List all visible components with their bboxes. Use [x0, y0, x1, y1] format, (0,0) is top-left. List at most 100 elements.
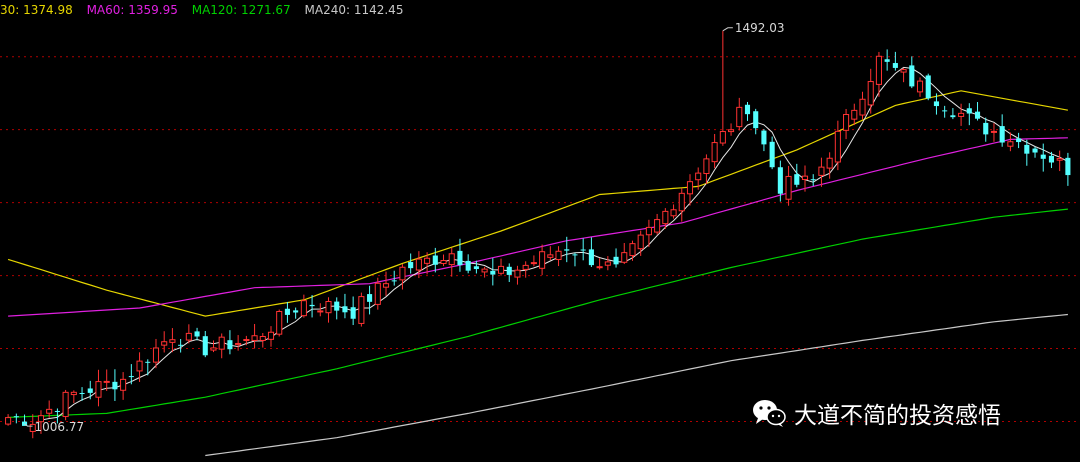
candle-body: [572, 254, 578, 256]
candle: [5, 414, 12, 426]
candle: [70, 390, 77, 404]
candle: [87, 380, 93, 400]
candle: [736, 97, 743, 131]
candle-body: [152, 347, 160, 363]
candle-body: [424, 257, 431, 264]
candle-body: [267, 331, 275, 340]
candle-body: [801, 175, 809, 180]
candle-body: [826, 157, 833, 169]
candle-body: [884, 59, 890, 62]
candle-body: [761, 130, 767, 145]
candle-body: [1032, 148, 1038, 153]
candle-body: [440, 260, 447, 265]
candle-body: [136, 360, 143, 372]
candle-body: [391, 280, 397, 282]
candle: [1065, 152, 1071, 186]
candle-body: [169, 339, 176, 343]
candle: [251, 323, 258, 349]
candle-body: [604, 261, 611, 266]
candle-body: [497, 265, 505, 274]
candle-body: [185, 332, 192, 341]
candle-body: [662, 210, 669, 225]
candle-body: [259, 335, 266, 341]
candle-body: [243, 339, 250, 342]
candle-body: [875, 55, 882, 85]
candle-body: [629, 243, 636, 257]
candle: [728, 123, 735, 136]
candle-body: [785, 175, 792, 200]
candle-body: [465, 260, 471, 271]
candle-body: [1007, 141, 1014, 147]
candle-body: [284, 308, 290, 315]
candle-body: [678, 192, 685, 212]
candle: [128, 364, 134, 385]
candle-body: [728, 129, 735, 133]
candle-body: [950, 115, 956, 118]
candle: [497, 258, 505, 276]
ma-line-ma60: [8, 137, 1068, 317]
candle: [210, 340, 217, 353]
candle: [399, 264, 406, 290]
candle-body: [334, 301, 340, 311]
candle-body: [983, 122, 989, 135]
candle: [367, 285, 373, 315]
candle-body: [87, 388, 93, 393]
candle: [62, 389, 69, 421]
candle: [859, 91, 866, 120]
candle: [317, 303, 324, 317]
candle-body: [293, 310, 299, 313]
candle-body: [769, 141, 775, 168]
candle-body: [1065, 157, 1071, 176]
candle: [810, 174, 816, 187]
candle: [448, 247, 455, 277]
candle-layer: [5, 30, 1071, 439]
candle: [120, 372, 127, 400]
candle-body: [711, 142, 718, 163]
candle: [826, 152, 833, 179]
candle-body: [514, 269, 521, 278]
candle-body: [974, 111, 981, 119]
candle-body: [867, 81, 874, 106]
candle: [884, 49, 890, 71]
candle: [408, 253, 414, 274]
candle: [300, 294, 307, 318]
ma-line-ma120: [8, 208, 1068, 418]
candle-body: [46, 408, 53, 414]
candle-body: [5, 417, 12, 425]
candle: [293, 307, 299, 319]
candle-body: [317, 310, 324, 313]
candle-body: [843, 114, 850, 131]
candle: [966, 103, 972, 126]
grid-layer: [0, 56, 1080, 422]
candle-body: [112, 381, 118, 390]
candlestick-chart[interactable]: 1492.03 1006.77: [0, 0, 1080, 462]
candle: [530, 255, 537, 267]
candle-body: [1024, 144, 1030, 154]
candle-body: [432, 255, 438, 265]
candle-body: [408, 262, 414, 269]
candle: [178, 338, 184, 353]
candle: [942, 105, 948, 118]
candle: [161, 331, 168, 353]
candle-body: [309, 304, 315, 307]
candle: [309, 295, 315, 318]
candle: [990, 123, 998, 142]
candle: [235, 335, 242, 351]
candle-body: [161, 341, 168, 346]
candle-body: [933, 101, 939, 107]
candle-body: [777, 167, 783, 194]
candle-body: [202, 336, 208, 356]
candle-body: [218, 336, 225, 350]
candle-body: [794, 174, 800, 185]
candle-body: [367, 294, 373, 302]
ma-line-ma30: [7, 90, 1069, 317]
candle-body: [506, 266, 512, 275]
candle-body: [686, 181, 694, 195]
candle-body: [54, 410, 60, 412]
candle: [999, 114, 1005, 147]
candle-body: [613, 256, 619, 265]
candle-body: [1040, 154, 1046, 159]
legend-ma120: MA120: 1271.67: [191, 3, 291, 17]
candle-body: [555, 250, 562, 261]
candle: [194, 327, 200, 341]
